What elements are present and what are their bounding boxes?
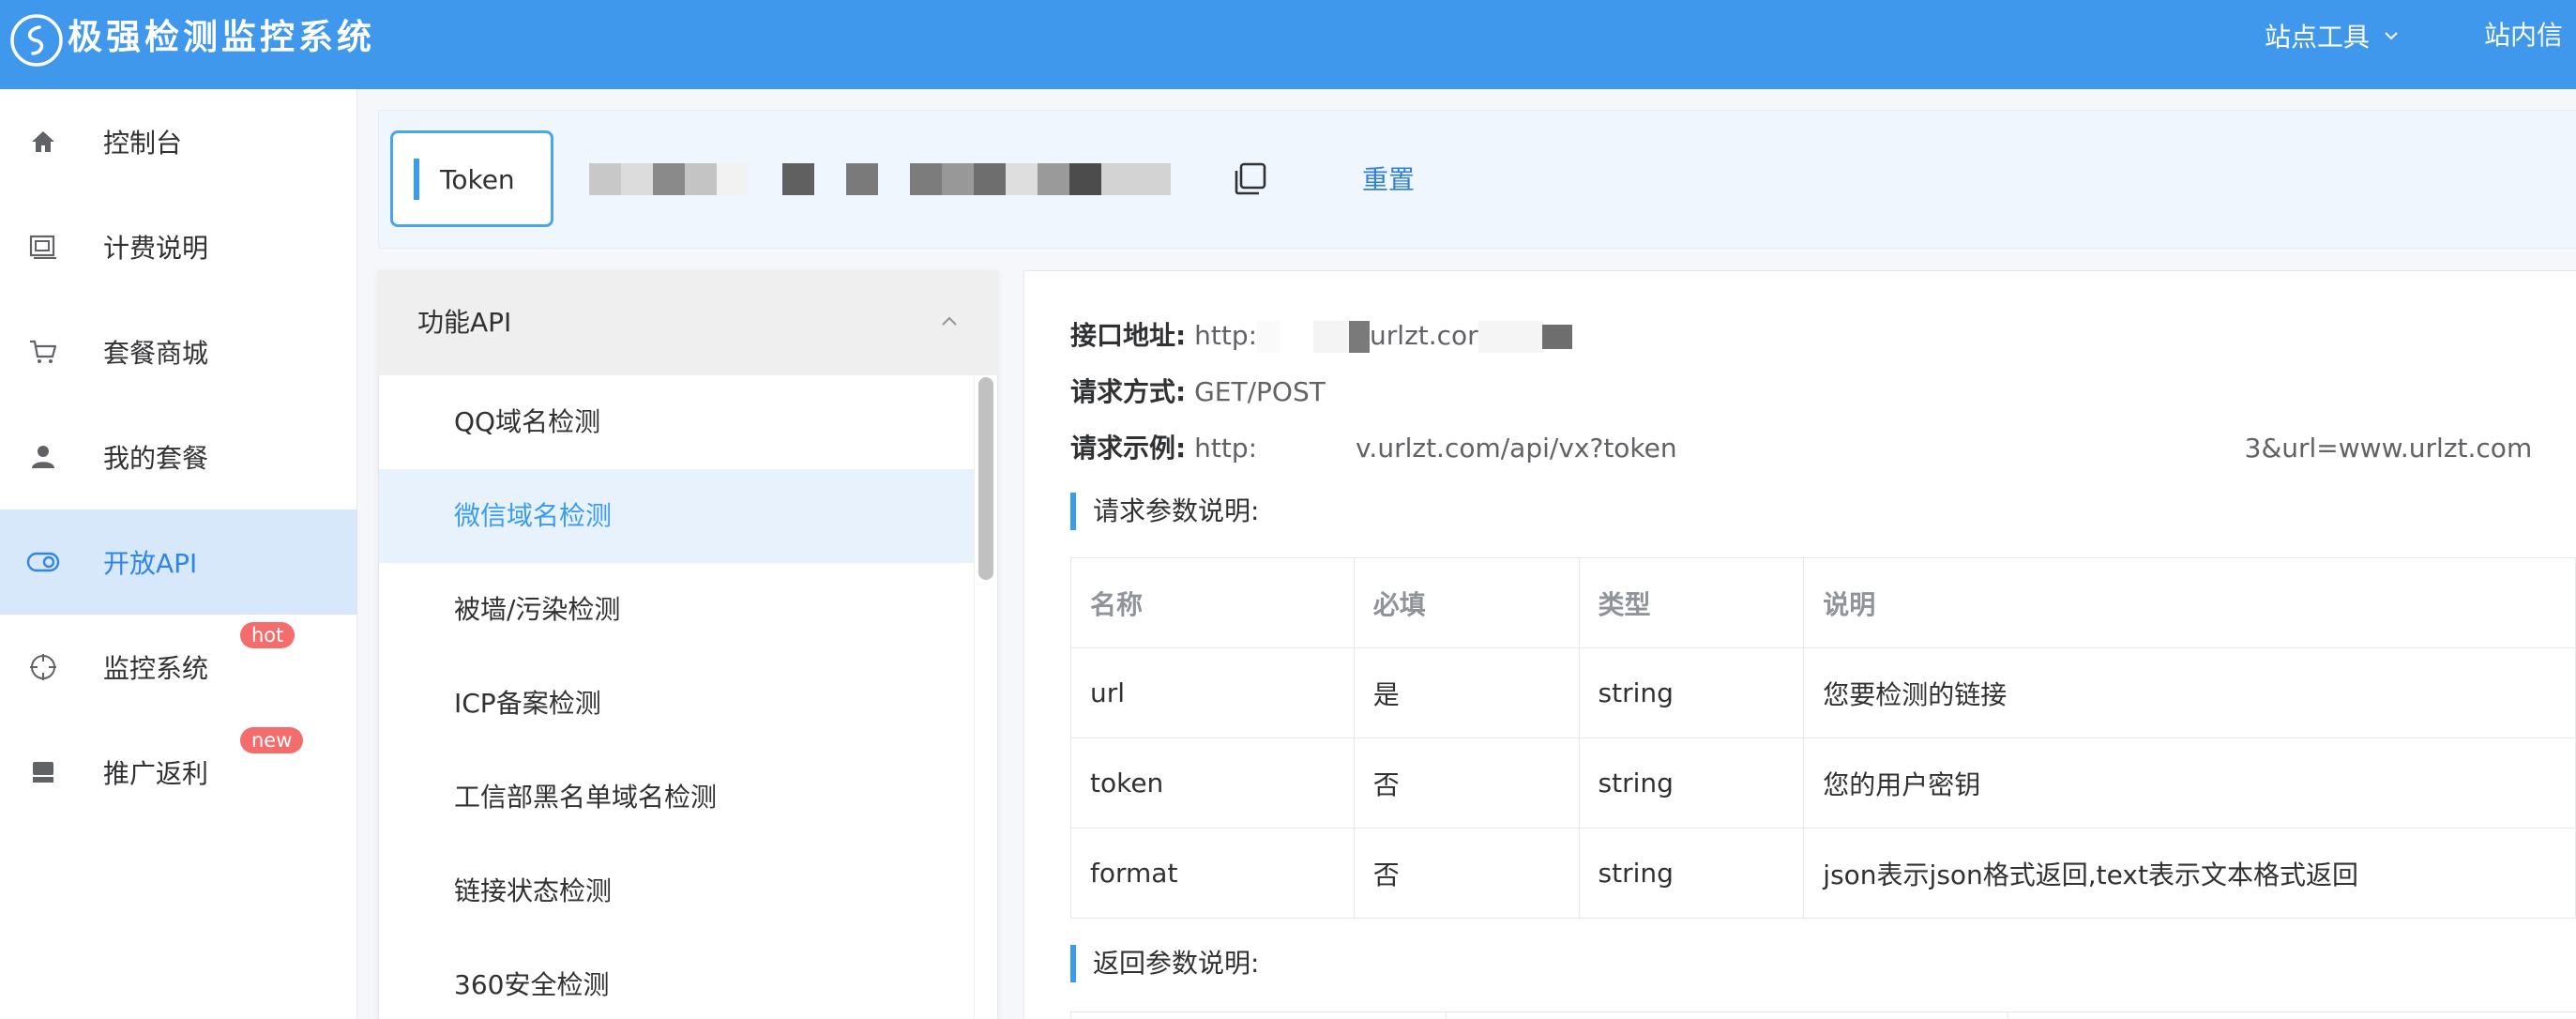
sidebar-item-billing[interactable]: 计费说明 bbox=[0, 194, 357, 299]
table-cell: 否 bbox=[1353, 828, 1580, 919]
table-cell: 您的用户密钥 bbox=[1803, 738, 2576, 829]
cart-icon bbox=[26, 335, 60, 369]
sidebar-item-label: 推广返利 bbox=[103, 758, 209, 789]
store-icon bbox=[26, 755, 60, 789]
scrollbar-thumb[interactable] bbox=[978, 377, 993, 580]
table-row: url 是 string 您要检测的链接 bbox=[1070, 647, 2576, 738]
table-cell: format bbox=[1070, 828, 1355, 919]
token-tab-label: Token bbox=[440, 164, 515, 195]
sidebar-item-shop[interactable]: 套餐商城 bbox=[0, 299, 357, 404]
crosshair-icon bbox=[26, 650, 60, 684]
app-title: 极强检测监控系统 bbox=[68, 17, 375, 57]
sidebar-item-label: 计费说明 bbox=[103, 233, 209, 264]
example-line: 请求示例: http: v.urlzt.com/api/vx?token 3&url… bbox=[1070, 430, 2532, 467]
site-tools-menu[interactable]: 站点工具 bbox=[2265, 13, 2400, 58]
api-item-qq[interactable]: QQ域名检测 bbox=[379, 375, 974, 469]
table-cell: 您要检测的链接 bbox=[1803, 647, 2576, 738]
toggle-icon bbox=[26, 545, 60, 579]
example-part-2: v.urlzt.com/api/vx?token bbox=[1356, 433, 1677, 464]
reset-token-button[interactable]: 重置 bbox=[1362, 161, 1415, 199]
redacted-block bbox=[1257, 321, 1371, 353]
example-part-1: http: bbox=[1194, 433, 1258, 464]
api-item-wechat[interactable]: 微信域名检测 bbox=[379, 469, 974, 563]
api-item-link-status[interactable]: 链接状态检测 bbox=[379, 844, 974, 938]
api-item-360[interactable]: 360安全检测 bbox=[379, 938, 974, 1019]
sidebar-item-console[interactable]: 控制台 bbox=[0, 89, 357, 194]
site-messages-link[interactable]: 站内信 bbox=[2484, 13, 2563, 58]
method-label: 请求方式: bbox=[1070, 376, 1187, 407]
sidebar-item-label: 监控系统 bbox=[103, 653, 209, 684]
sidebar-item-label: 开放API bbox=[103, 548, 198, 579]
site-tools-label: 站点工具 bbox=[2265, 22, 2371, 53]
copy-icon[interactable] bbox=[1233, 161, 1268, 197]
token-tab[interactable]: Token bbox=[390, 130, 553, 227]
table-cell: string bbox=[1578, 738, 1805, 829]
hot-badge: hot bbox=[240, 622, 295, 648]
table-cell: string bbox=[1578, 828, 1805, 919]
table-header-row: 名称 必填 类型 说明 bbox=[1070, 557, 2576, 648]
method-value: GET/POST bbox=[1194, 376, 1326, 407]
endpoint-part-1: http: bbox=[1194, 320, 1258, 351]
table-cell: string bbox=[1578, 647, 1805, 738]
request-params-title-text: 请求参数说明: bbox=[1093, 495, 1260, 526]
sidebar-item-monitor[interactable]: 监控系统 hot bbox=[0, 615, 357, 720]
section-marker bbox=[1070, 945, 1076, 982]
api-item-icp[interactable]: ICP备案检测 bbox=[379, 657, 974, 751]
api-group-header[interactable]: 功能API bbox=[378, 270, 998, 375]
example-part-3: 3&url=www.urlzt.com bbox=[2244, 433, 2533, 464]
billing-icon bbox=[26, 230, 60, 264]
endpoint-part-2: urlzt.cor bbox=[1370, 320, 1478, 351]
table-cell: token bbox=[1070, 738, 1355, 829]
table-row: token 否 string 您的用户密钥 bbox=[1070, 738, 2576, 829]
top-header: 极强检测监控系统 站点工具 站内信 bbox=[0, 0, 2576, 89]
table-cell: 否 bbox=[1353, 738, 1580, 829]
chevron-down-icon bbox=[2385, 32, 2398, 40]
home-icon bbox=[26, 125, 60, 159]
sidebar: 控制台 计费说明 套餐商城 我的套餐 开放API 监控系统 hot 推广返利 n… bbox=[0, 89, 357, 1019]
return-params-table bbox=[1070, 1011, 2576, 1019]
token-value-masked bbox=[589, 163, 1171, 195]
sidebar-item-referral[interactable]: 推广返利 new bbox=[0, 720, 357, 825]
logo-icon bbox=[10, 14, 63, 67]
api-item-miit-blacklist[interactable]: 工信部黑名单域名检测 bbox=[379, 751, 974, 844]
request-params-table: 名称 必填 类型 说明 url 是 string 您要检测的链接 token 否… bbox=[1070, 557, 2576, 919]
endpoint-label: 接口地址: bbox=[1070, 320, 1187, 351]
table-header-cell: 必填 bbox=[1353, 557, 1580, 648]
sidebar-item-my-plan[interactable]: 我的套餐 bbox=[0, 404, 357, 510]
redacted-block bbox=[1257, 433, 1356, 465]
sidebar-item-label: 控制台 bbox=[103, 128, 183, 159]
user-icon bbox=[26, 440, 60, 474]
return-params-title-text: 返回参数说明: bbox=[1093, 948, 1260, 979]
example-label: 请求示例: bbox=[1070, 433, 1187, 464]
table-cell: url bbox=[1070, 647, 1355, 738]
section-marker bbox=[1070, 493, 1076, 530]
table-header-cell: 名称 bbox=[1070, 557, 1355, 648]
new-badge: new bbox=[240, 727, 304, 753]
sidebar-item-label: 我的套餐 bbox=[103, 443, 209, 474]
token-tab-marker bbox=[414, 159, 419, 200]
chevron-up-icon bbox=[942, 316, 957, 326]
redacted-block bbox=[1676, 433, 2245, 465]
table-cell: 是 bbox=[1353, 647, 1580, 738]
sidebar-item-open-api[interactable]: 开放API bbox=[0, 510, 357, 615]
table-header-cell: 类型 bbox=[1578, 557, 1805, 648]
table-cell: json表示json格式返回,text表示文本格式返回 bbox=[1803, 828, 2576, 919]
table-row: format 否 string json表示json格式返回,text表示文本格… bbox=[1070, 828, 2576, 919]
api-item-blocked[interactable]: 被墙/污染检测 bbox=[379, 563, 974, 657]
api-group-title: 功能API bbox=[417, 307, 512, 338]
endpoint-line: 接口地址: http: urlzt.cor bbox=[1070, 317, 1572, 355]
redacted-block bbox=[1477, 321, 1572, 353]
table-header-cell: 说明 bbox=[1803, 557, 2576, 648]
sidebar-item-label: 套餐商城 bbox=[103, 338, 209, 369]
method-line: 请求方式: GET/POST bbox=[1070, 373, 1326, 411]
